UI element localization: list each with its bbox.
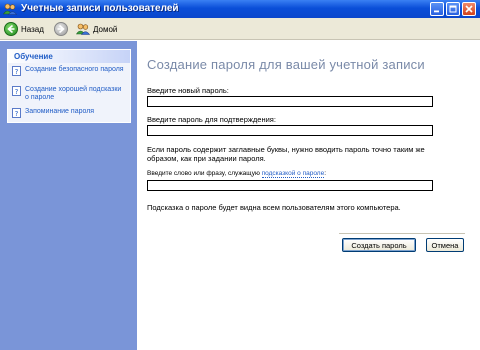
help-icon: ? [12,66,21,76]
minimize-button[interactable] [430,2,444,16]
page-title: Создание пароля для вашей учетной записи [147,57,425,72]
title-bar: Учетные записи пользователей [0,0,480,18]
window-title: Учетные записи пользователей [21,3,179,14]
main-content: Создание пароля для вашей учетной записи… [137,41,480,350]
sidebar-item-password-hint[interactable]: ? Создание хорошей подсказки о пароле [12,86,125,102]
learning-pane: Обучение ? Создание безопасного пароля ?… [7,49,131,123]
svg-text:?: ? [15,110,19,118]
confirm-password-field[interactable] [147,125,433,136]
hint-label-prefix: Введите слово или фразу, служащую [147,170,262,177]
maximize-icon [449,5,457,13]
help-icon: ? [12,108,21,118]
home-users-icon [76,23,90,35]
close-icon [465,5,473,13]
svg-text:?: ? [15,88,19,96]
new-password-label: Введите новый пароль: [147,86,229,95]
sidebar-item-secure-password[interactable]: ? Создание безопасного пароля [12,66,125,76]
back-label: Назад [21,24,44,34]
create-password-button[interactable]: Создать пароль [342,238,416,252]
password-hint-field[interactable] [147,180,433,191]
minimize-icon [434,10,439,13]
hint-visibility-note: Подсказка о пароле будет видна всем поль… [147,203,401,212]
case-sensitivity-note: Если пароль содержит заглавные буквы, ну… [147,145,425,163]
help-icon: ? [12,86,21,96]
sidebar: Обучение ? Создание безопасного пароля ?… [0,41,137,350]
home-label: Домой [93,24,118,34]
cancel-button[interactable]: Отмена [426,238,464,252]
close-button[interactable] [462,2,476,16]
password-hint-link[interactable]: подсказкой о пароле [261,170,325,178]
sidebar-item-label: Создание безопасного пароля [25,66,124,73]
home-button[interactable]: Домой [76,21,117,37]
new-password-field[interactable] [147,96,433,107]
user-accounts-icon [3,3,17,15]
confirm-password-label: Введите пароль для подтверждения: [147,115,276,124]
learning-pane-title: Обучение [8,50,130,63]
sidebar-item-remember-password[interactable]: ? Запоминание пароля [12,108,125,118]
sidebar-item-label: Создание хорошей подсказки о пароле [25,86,122,101]
forward-arrow-icon [54,22,68,36]
maximize-button[interactable] [446,2,460,16]
svg-text:?: ? [15,68,19,76]
hint-label: Введите слово или фразу, служащую подска… [147,170,327,178]
back-button[interactable]: Назад [4,21,44,37]
hint-label-suffix: : [324,170,327,177]
forward-button[interactable] [54,21,68,37]
divider [339,233,465,234]
toolbar: Назад Домой [0,18,480,40]
back-arrow-icon [4,22,18,36]
sidebar-item-label: Запоминание пароля [25,108,95,115]
